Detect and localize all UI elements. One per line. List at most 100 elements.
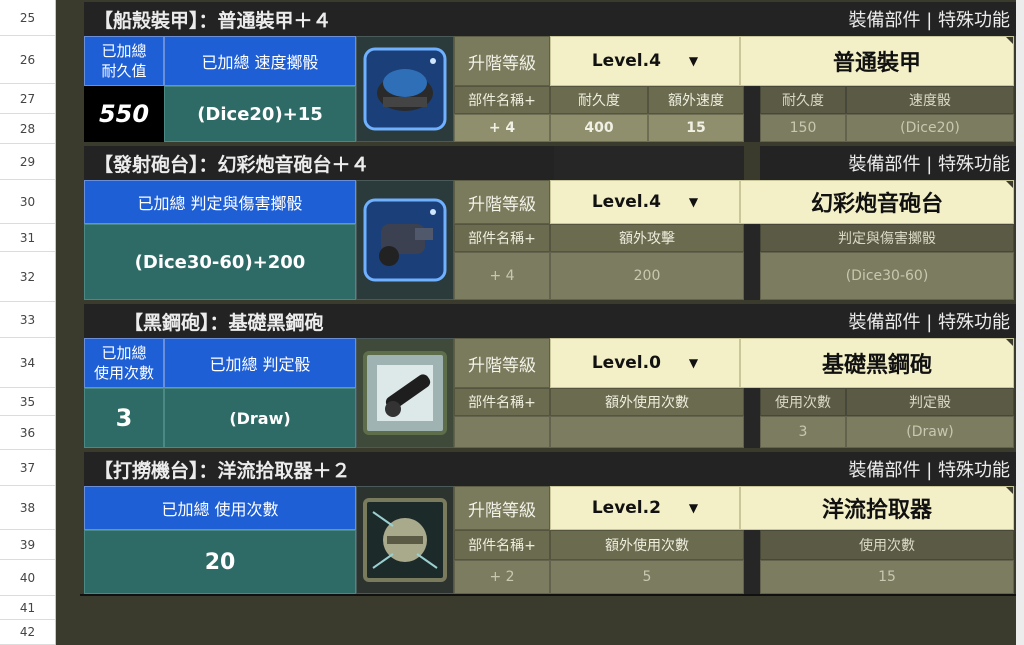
row-number[interactable]: 39 [0, 530, 55, 560]
right-speed-die-value[interactable]: (Dice20) [846, 114, 1014, 142]
row-number[interactable]: 31 [0, 224, 55, 252]
total-durability-value[interactable]: 550 [84, 86, 164, 142]
upgrade-level-label[interactable]: 升階等級 [454, 486, 550, 530]
table-bottom-border [80, 594, 1020, 596]
upgrade-level-label[interactable]: 升階等級 [454, 338, 550, 388]
section-title[interactable]: 【船殼裝甲】：普通裝甲＋４ [84, 2, 554, 36]
plus-value[interactable]: + 4 [454, 252, 550, 300]
row-number[interactable]: 41 [0, 596, 55, 620]
total-uses-value[interactable]: 20 [84, 530, 356, 594]
total-hit-damage-roll-value[interactable]: (Dice30-60)+200 [84, 224, 356, 300]
col-extra-speed[interactable]: 額外速度 [648, 86, 744, 114]
dropdown-arrow-icon[interactable]: ▼ [689, 54, 698, 68]
durability-value[interactable]: 400 [550, 114, 648, 142]
equipment-parts-header[interactable]: 裝備部件 | 特殊功能 [554, 452, 1016, 486]
level-dropdown[interactable]: Level.4 ▼ [550, 36, 740, 86]
label-total-speed-roll[interactable]: 已加總 速度擲骰 [164, 36, 356, 86]
part-name-plus-label[interactable]: 部件名稱+ [454, 530, 550, 560]
label-total-judge-die[interactable]: 已加總 判定骰 [164, 338, 356, 388]
row-number[interactable]: 25 [0, 0, 55, 36]
extra-uses-value[interactable]: 5 [550, 560, 744, 594]
right-uses-value[interactable]: 3 [760, 416, 846, 448]
right-judge-die-value[interactable]: (Draw) [846, 416, 1014, 448]
right-hit-damage-roll-value[interactable]: (Dice30-60) [760, 252, 1014, 300]
section-title[interactable]: 【發射砲台】：幻彩炮音砲台＋４ [84, 146, 554, 180]
plus-value[interactable]: + 4 [454, 114, 550, 142]
equipment-parts-header[interactable]: 裝備部件 | 特殊功能 [554, 304, 1016, 338]
row-number[interactable]: 33 [0, 302, 55, 338]
right-col-speed-die[interactable]: 速度骰 [846, 86, 1014, 114]
level-value: Level.4 [591, 51, 661, 71]
level-value: Level.4 [591, 192, 661, 212]
row-number[interactable]: 36 [0, 416, 55, 450]
extra-uses-value[interactable] [550, 416, 744, 448]
spreadsheet-grid: 【船殼裝甲】：普通裝甲＋４ 裝備部件 | 特殊功能 已加總 耐久值 已加總 速度… [80, 0, 1024, 645]
dropdown-arrow-icon[interactable]: ▼ [689, 501, 698, 515]
section-title[interactable]: 【黑鋼砲】：基礎黑鋼砲 [84, 304, 554, 338]
divider [744, 224, 760, 300]
row-number[interactable]: 27 [0, 84, 55, 114]
upgrade-level-label[interactable]: 升階等級 [454, 36, 550, 86]
part-name-display[interactable]: 洋流拾取器 [740, 486, 1014, 530]
row-number[interactable]: 38 [0, 486, 55, 530]
header-fill [554, 146, 744, 180]
right-col-judge-die[interactable]: 判定骰 [846, 388, 1014, 416]
col-durability[interactable]: 耐久度 [550, 86, 648, 114]
row-number[interactable]: 42 [0, 620, 55, 645]
section-title[interactable]: 【打撈機台】：洋流拾取器＋２ [84, 452, 554, 486]
part-name-display[interactable]: 幻彩炮音砲台 [740, 180, 1014, 224]
extra-speed-value[interactable]: 15 [648, 114, 744, 142]
extra-attack-value[interactable]: 200 [550, 252, 744, 300]
level-dropdown[interactable]: Level.2 ▼ [550, 486, 740, 530]
divider [744, 530, 760, 594]
total-judge-die-value[interactable]: (Draw) [164, 388, 356, 448]
black-steel-cannon-icon[interactable] [356, 338, 454, 448]
right-col-durability[interactable]: 耐久度 [760, 86, 846, 114]
row-number[interactable]: 40 [0, 560, 55, 596]
right-col-hit-damage-roll[interactable]: 判定與傷害擲骰 [760, 224, 1014, 252]
equipment-parts-header[interactable]: 裝備部件 | 特殊功能 [554, 2, 1016, 36]
salvage-machine-icon[interactable] [356, 486, 454, 594]
equipment-parts-header[interactable]: 裝備部件 | 特殊功能 [760, 146, 1016, 180]
right-durability-value[interactable]: 150 [760, 114, 846, 142]
divider [744, 86, 760, 142]
part-name-plus-label[interactable]: 部件名稱+ [454, 86, 550, 114]
cannon-turret-icon[interactable] [356, 180, 454, 300]
label-total-uses[interactable]: 已加總 使用次數 [84, 338, 164, 388]
part-name-display[interactable]: 基礎黑鋼砲 [740, 338, 1014, 388]
level-value: Level.0 [591, 353, 661, 373]
level-dropdown[interactable]: Level.4 ▼ [550, 180, 740, 224]
right-col-uses[interactable]: 使用次數 [760, 530, 1014, 560]
row-number[interactable]: 29 [0, 144, 55, 180]
total-speed-roll-value[interactable]: (Dice20)+15 [164, 86, 356, 142]
row-number[interactable]: 28 [0, 114, 55, 144]
level-value: Level.2 [591, 498, 661, 518]
plus-value[interactable] [454, 416, 550, 448]
part-name-display[interactable]: 普通裝甲 [740, 36, 1014, 86]
row-number[interactable]: 35 [0, 388, 55, 416]
level-dropdown[interactable]: Level.0 ▼ [550, 338, 740, 388]
row-number[interactable]: 32 [0, 252, 55, 302]
dropdown-arrow-icon[interactable]: ▼ [689, 195, 698, 209]
row-number-column: 25 26 27 28 29 30 31 32 33 34 35 36 37 3… [0, 0, 56, 645]
upgrade-level-label[interactable]: 升階等級 [454, 180, 550, 224]
label-total-durability[interactable]: 已加總 耐久值 [84, 36, 164, 86]
row-number[interactable]: 37 [0, 450, 55, 486]
total-uses-value[interactable]: 3 [84, 388, 164, 448]
hull-armor-icon[interactable] [356, 36, 454, 142]
divider [744, 388, 760, 448]
row-number[interactable]: 26 [0, 36, 55, 84]
col-extra-uses[interactable]: 額外使用次數 [550, 388, 744, 416]
right-uses-value[interactable]: 15 [760, 560, 1014, 594]
label-total-hit-damage-roll[interactable]: 已加總 判定與傷害擲骰 [84, 180, 356, 224]
row-number[interactable]: 34 [0, 338, 55, 388]
row-number[interactable]: 30 [0, 180, 55, 224]
right-col-uses[interactable]: 使用次數 [760, 388, 846, 416]
dropdown-arrow-icon[interactable]: ▼ [689, 356, 698, 370]
plus-value[interactable]: + 2 [454, 560, 550, 594]
part-name-plus-label[interactable]: 部件名稱+ [454, 388, 550, 416]
label-total-uses[interactable]: 已加總 使用次數 [84, 486, 356, 530]
col-extra-attack[interactable]: 額外攻擊 [550, 224, 744, 252]
col-extra-uses[interactable]: 額外使用次數 [550, 530, 744, 560]
part-name-plus-label[interactable]: 部件名稱+ [454, 224, 550, 252]
